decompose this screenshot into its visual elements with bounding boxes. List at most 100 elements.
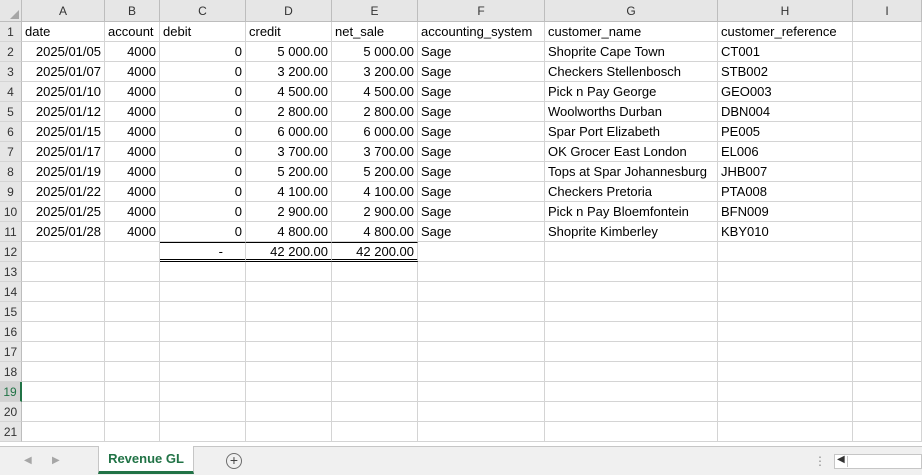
cell-f19[interactable]: [418, 382, 545, 402]
cell-i4[interactable]: [853, 82, 922, 102]
row-header-7[interactable]: 7: [0, 142, 22, 162]
cell-i6[interactable]: [853, 122, 922, 142]
cell-f8[interactable]: Sage: [418, 162, 545, 182]
cell-h18[interactable]: [718, 362, 853, 382]
cell-b1[interactable]: account: [105, 22, 160, 42]
cell-i15[interactable]: [853, 302, 922, 322]
tab-bar-options-icon[interactable]: ⋮: [814, 454, 826, 468]
cell-f21[interactable]: [418, 422, 545, 442]
cell-f5[interactable]: Sage: [418, 102, 545, 122]
cell-b19[interactable]: [105, 382, 160, 402]
cell-e17[interactable]: [332, 342, 418, 362]
row-header-13[interactable]: 13: [0, 262, 22, 282]
cell-h20[interactable]: [718, 402, 853, 422]
cell-g2[interactable]: Shoprite Cape Town: [545, 42, 718, 62]
scroll-left-arrow-icon[interactable]: ◀: [837, 454, 845, 465]
cell-f2[interactable]: Sage: [418, 42, 545, 62]
cell-d21[interactable]: [246, 422, 332, 442]
cell-b8[interactable]: 4000: [105, 162, 160, 182]
scroll-tabs-left-icon[interactable]: ◀: [24, 455, 32, 466]
cell-i21[interactable]: [853, 422, 922, 442]
scroll-tabs-right-icon[interactable]: ▶: [52, 455, 60, 466]
cell-g17[interactable]: [545, 342, 718, 362]
cell-a9[interactable]: 2025/01/22: [22, 182, 105, 202]
cell-f9[interactable]: Sage: [418, 182, 545, 202]
cell-a14[interactable]: [22, 282, 105, 302]
cell-b7[interactable]: 4000: [105, 142, 160, 162]
cell-h7[interactable]: EL006: [718, 142, 853, 162]
cell-c21[interactable]: [160, 422, 246, 442]
cell-d6[interactable]: 6 000.00: [246, 122, 332, 142]
cell-b13[interactable]: [105, 262, 160, 282]
cell-e13[interactable]: [332, 262, 418, 282]
cell-c7[interactable]: 0: [160, 142, 246, 162]
cell-f16[interactable]: [418, 322, 545, 342]
cell-f3[interactable]: Sage: [418, 62, 545, 82]
cell-g19[interactable]: [545, 382, 718, 402]
column-header-a[interactable]: A: [22, 0, 105, 22]
cell-i2[interactable]: [853, 42, 922, 62]
row-header-16[interactable]: 16: [0, 322, 22, 342]
cell-c2[interactable]: 0: [160, 42, 246, 62]
cell-d7[interactable]: 3 700.00: [246, 142, 332, 162]
cell-a20[interactable]: [22, 402, 105, 422]
cell-e3[interactable]: 3 200.00: [332, 62, 418, 82]
cell-e8[interactable]: 5 200.00: [332, 162, 418, 182]
cell-b15[interactable]: [105, 302, 160, 322]
cell-c6[interactable]: 0: [160, 122, 246, 142]
cell-b6[interactable]: 4000: [105, 122, 160, 142]
cell-e10[interactable]: 2 900.00: [332, 202, 418, 222]
cell-b3[interactable]: 4000: [105, 62, 160, 82]
column-header-h[interactable]: H: [718, 0, 853, 22]
cell-g21[interactable]: [545, 422, 718, 442]
new-sheet-button[interactable]: +: [226, 453, 242, 469]
cell-d10[interactable]: 2 900.00: [246, 202, 332, 222]
cell-d19[interactable]: [246, 382, 332, 402]
cell-d2[interactable]: 5 000.00: [246, 42, 332, 62]
cell-g14[interactable]: [545, 282, 718, 302]
cell-i5[interactable]: [853, 102, 922, 122]
column-header-d[interactable]: D: [246, 0, 332, 22]
cell-h4[interactable]: GEO003: [718, 82, 853, 102]
cell-c3[interactable]: 0: [160, 62, 246, 82]
cell-d1[interactable]: credit: [246, 22, 332, 42]
cell-c5[interactable]: 0: [160, 102, 246, 122]
cell-g9[interactable]: Checkers Pretoria: [545, 182, 718, 202]
cell-a13[interactable]: [22, 262, 105, 282]
cell-a15[interactable]: [22, 302, 105, 322]
cell-a11[interactable]: 2025/01/28: [22, 222, 105, 242]
cell-d13[interactable]: [246, 262, 332, 282]
cell-g6[interactable]: Spar Port Elizabeth: [545, 122, 718, 142]
column-header-b[interactable]: B: [105, 0, 160, 22]
cell-h10[interactable]: BFN009: [718, 202, 853, 222]
row-header-20[interactable]: 20: [0, 402, 22, 422]
column-header-i[interactable]: I: [853, 0, 922, 22]
cell-f10[interactable]: Sage: [418, 202, 545, 222]
cell-c13[interactable]: [160, 262, 246, 282]
cell-e14[interactable]: [332, 282, 418, 302]
cell-c8[interactable]: 0: [160, 162, 246, 182]
cell-h19[interactable]: [718, 382, 853, 402]
cell-a18[interactable]: [22, 362, 105, 382]
cell-d18[interactable]: [246, 362, 332, 382]
cell-c17[interactable]: [160, 342, 246, 362]
cell-b18[interactable]: [105, 362, 160, 382]
cell-h15[interactable]: [718, 302, 853, 322]
cell-a12[interactable]: [22, 242, 105, 262]
cell-b4[interactable]: 4000: [105, 82, 160, 102]
cell-c16[interactable]: [160, 322, 246, 342]
cell-c12[interactable]: -: [160, 242, 246, 262]
cell-e20[interactable]: [332, 402, 418, 422]
cell-d17[interactable]: [246, 342, 332, 362]
cell-f1[interactable]: accounting_system: [418, 22, 545, 42]
cell-f20[interactable]: [418, 402, 545, 422]
cell-h8[interactable]: JHB007: [718, 162, 853, 182]
cell-c19[interactable]: [160, 382, 246, 402]
cell-a3[interactable]: 2025/01/07: [22, 62, 105, 82]
cell-b14[interactable]: [105, 282, 160, 302]
cell-d3[interactable]: 3 200.00: [246, 62, 332, 82]
cell-a5[interactable]: 2025/01/12: [22, 102, 105, 122]
cell-e6[interactable]: 6 000.00: [332, 122, 418, 142]
cell-g7[interactable]: OK Grocer East London: [545, 142, 718, 162]
row-header-3[interactable]: 3: [0, 62, 22, 82]
